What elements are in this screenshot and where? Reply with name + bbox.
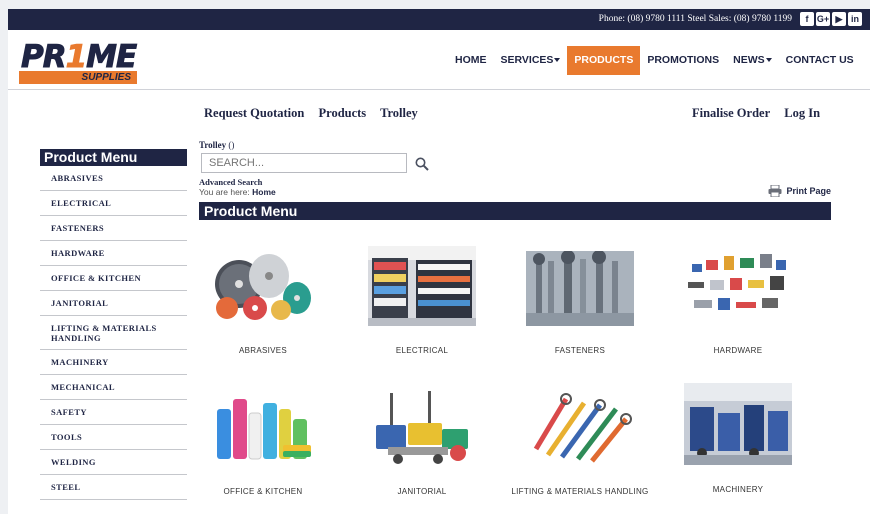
sidebar-item-steel[interactable]: STEEL (40, 475, 187, 500)
breadcrumb-home[interactable]: Home (252, 187, 276, 197)
sidebar-item-welding[interactable]: WELDING (40, 450, 187, 475)
top-bar: Phone: (08) 9780 1111 Steel Sales: (08) … (8, 9, 870, 30)
sidebar-item-janitorial[interactable]: JANITORIAL (40, 291, 187, 316)
site-header: PR1ME SUPPLIES HOME SERVICES PRODUCTS PR… (8, 30, 870, 90)
trolley-summary[interactable]: Trolley () (199, 140, 831, 150)
nav-promotions[interactable]: PROMOTIONS (640, 46, 726, 75)
products-link[interactable]: Products (318, 106, 366, 120)
nav-home[interactable]: HOME (448, 46, 494, 75)
sidebar-title: Product Menu (40, 149, 187, 166)
product-card-hardware[interactable]: HARDWARE (668, 250, 808, 356)
product-card-machinery[interactable]: MACHINERY (668, 383, 808, 495)
sidebar-item-hardware[interactable]: HARDWARE (40, 241, 187, 266)
prime-supplies-logo[interactable]: PR1ME SUPPLIES (19, 41, 139, 85)
sidebar-item-safety[interactable]: SAFETY (40, 400, 187, 425)
product-card-electrical[interactable]: ELECTRICAL (352, 246, 492, 356)
product-card-abrasives[interactable]: ABRASIVES (193, 246, 333, 356)
page-frame: Phone: (08) 9780 1111 Steel Sales: (08) … (8, 9, 870, 514)
shop-subnav-right: Finalise Order Log In (692, 106, 831, 121)
contact-phones: Phone: (08) 9780 1111 Steel Sales: (08) … (598, 14, 792, 24)
youtube-icon[interactable]: ▶ (832, 12, 846, 26)
product-image-fasteners (526, 251, 634, 326)
facebook-icon[interactable]: f (800, 12, 814, 26)
product-image-janitorial (368, 389, 476, 467)
log-in-link[interactable]: Log In (784, 106, 820, 120)
trolley-link[interactable]: Trolley (380, 106, 418, 120)
sidebar-item-lifting-materials-handling[interactable]: LIFTING & MATERIALS HANDLING (40, 316, 187, 350)
search-input[interactable] (201, 153, 407, 173)
product-image-machinery (684, 383, 792, 465)
request-quotation-link[interactable]: Request Quotation (204, 106, 304, 120)
search-row (199, 153, 831, 175)
nav-contact-us[interactable]: CONTACT US (779, 46, 861, 75)
product-image-lifting-materials-handling (526, 389, 634, 467)
main-nav: HOME SERVICES PRODUCTS PROMOTIONS NEWS C… (448, 46, 861, 75)
print-page-button[interactable]: Print Page (768, 185, 831, 197)
printer-icon (768, 185, 782, 197)
main-content: Trolley () Advanced Search You are here:… (199, 140, 831, 496)
product-menu-sidebar: Product Menu ABRASIVES ELECTRICAL FASTEN… (40, 149, 187, 500)
sidebar-item-electrical[interactable]: ELECTRICAL (40, 191, 187, 216)
search-icon[interactable] (414, 156, 430, 172)
product-image-office-kitchen (209, 389, 317, 467)
sidebar-item-fasteners[interactable]: FASTENERS (40, 216, 187, 241)
social-links: f G+ ▶ in (800, 12, 862, 26)
caret-down-icon (765, 58, 772, 63)
sidebar-item-tools[interactable]: TOOLS (40, 425, 187, 450)
product-card-office-kitchen[interactable]: OFFICE & KITCHEN (193, 389, 333, 497)
product-image-abrasives (209, 246, 317, 326)
sidebar-item-abrasives[interactable]: ABRASIVES (40, 166, 187, 191)
breadcrumb: You are here: Home Print Page (199, 185, 831, 197)
nav-products[interactable]: PRODUCTS (567, 46, 641, 75)
product-image-electrical (368, 246, 476, 326)
advanced-search-link[interactable]: Advanced Search (199, 177, 831, 187)
caret-down-icon (554, 58, 561, 63)
sidebar-item-machinery[interactable]: MACHINERY (40, 350, 187, 375)
nav-news[interactable]: NEWS (726, 46, 779, 75)
sidebar-item-office-kitchen[interactable]: OFFICE & KITCHEN (40, 266, 187, 291)
product-image-hardware (684, 250, 792, 326)
sidebar-item-mechanical[interactable]: MECHANICAL (40, 375, 187, 400)
finalise-order-link[interactable]: Finalise Order (692, 106, 770, 120)
product-card-lifting-materials-handling[interactable]: LIFTING & MATERIALS HANDLING (510, 389, 650, 497)
shop-subnav-left: Request Quotation Products Trolley (204, 106, 429, 121)
nav-services[interactable]: SERVICES (494, 46, 568, 75)
googleplus-icon[interactable]: G+ (816, 12, 830, 26)
linkedin-icon[interactable]: in (848, 12, 862, 26)
section-title: Product Menu (199, 202, 831, 220)
product-card-fasteners[interactable]: FASTENERS (510, 251, 650, 356)
product-card-janitorial[interactable]: JANITORIAL (352, 389, 492, 497)
